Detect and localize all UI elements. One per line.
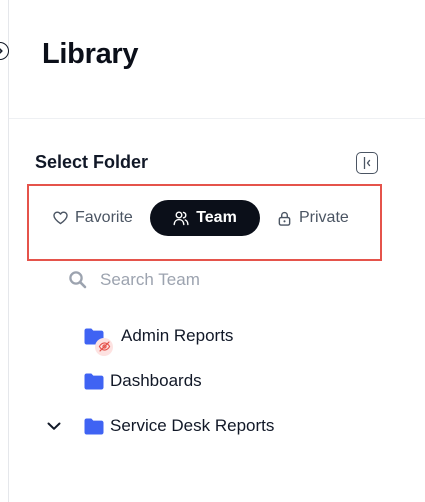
left-rail xyxy=(0,0,9,502)
folder-label: Dashboards xyxy=(110,371,202,390)
expand-sidebar-button[interactable] xyxy=(0,42,9,60)
folder-search[interactable]: Search Team xyxy=(68,270,200,290)
folder-item-dashboards[interactable]: Dashboards xyxy=(84,371,202,391)
folder-label: Admin Reports xyxy=(121,326,234,345)
page-title: Library xyxy=(42,38,139,70)
folder-item-admin-reports[interactable]: Admin Reports xyxy=(84,326,234,356)
tab-favorite[interactable]: Favorite xyxy=(41,200,145,236)
library-page: Library Select Folder Favorite Team Priv… xyxy=(0,0,425,502)
search-input[interactable]: Search Team xyxy=(100,270,200,290)
chevron-down-icon[interactable] xyxy=(46,420,62,432)
chevron-right-icon xyxy=(0,48,3,54)
collapse-panel-button[interactable] xyxy=(356,152,378,174)
tab-favorite-label: Favorite xyxy=(75,209,133,226)
folder-label: Service Desk Reports xyxy=(110,416,275,435)
folder-icon xyxy=(84,373,104,389)
eye-off-icon xyxy=(95,337,113,356)
tab-private-label: Private xyxy=(299,209,349,226)
lock-icon xyxy=(278,211,291,226)
tab-team[interactable]: Team xyxy=(150,200,260,236)
folder-item-service-desk-reports[interactable]: Service Desk Reports xyxy=(84,416,274,436)
tab-private[interactable]: Private xyxy=(265,200,361,236)
search-icon xyxy=(69,271,87,289)
folder-icon xyxy=(84,418,104,434)
folder-tabs: Favorite Team Private xyxy=(27,184,382,261)
users-icon xyxy=(173,211,189,226)
heart-icon xyxy=(53,211,68,225)
folder-icon xyxy=(84,328,113,356)
tab-team-label: Team xyxy=(196,209,237,226)
header-divider xyxy=(9,118,425,119)
select-folder-title: Select Folder xyxy=(35,152,149,172)
collapse-panel-icon xyxy=(363,157,371,169)
